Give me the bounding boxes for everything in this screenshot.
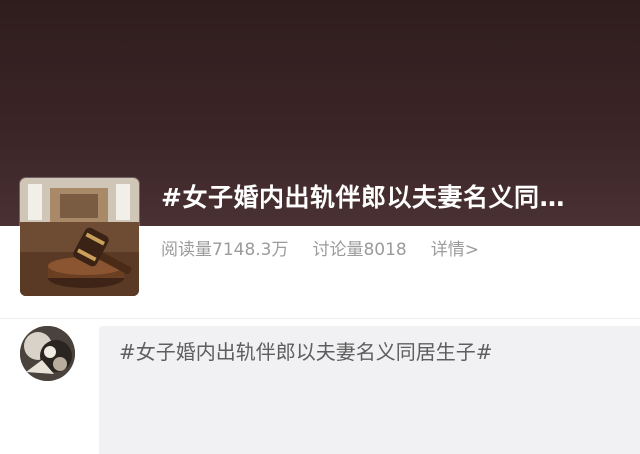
details-link[interactable]: 详情> bbox=[431, 235, 479, 260]
discussion-count: 讨论量8018 bbox=[312, 239, 407, 260]
post-composer[interactable]: #女子婚内出轨伴郎以夫妻名义同居生子# bbox=[99, 326, 640, 454]
read-count: 阅读量7148.3万 bbox=[161, 239, 289, 260]
avatar-icon bbox=[20, 326, 75, 381]
composer-text[interactable]: #女子婚内出轨伴郎以夫妻名义同居生子# bbox=[119, 336, 493, 368]
judge-gavel-icon bbox=[20, 178, 139, 296]
topic-title: #女子婚内出轨伴郎以夫妻名义同… bbox=[161, 183, 565, 212]
topic-thumbnail-image[interactable] bbox=[20, 178, 139, 296]
divider bbox=[0, 318, 640, 319]
user-avatar[interactable] bbox=[20, 326, 75, 381]
topic-stats: 阅读量7148.3万 讨论量8018 详情> bbox=[161, 234, 479, 260]
